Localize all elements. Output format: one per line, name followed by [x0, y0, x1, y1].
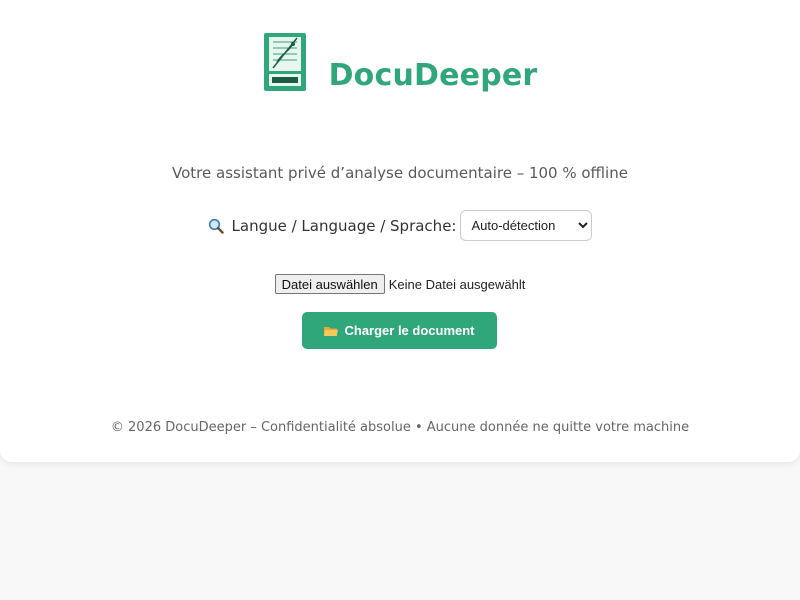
- upload-document-button[interactable]: Charger le document: [302, 312, 497, 349]
- language-row: Langue / Language / Sprache: Auto-détect…: [0, 210, 800, 241]
- footer-text: © 2026 DocuDeeper – Confidentialité abso…: [110, 420, 690, 435]
- logo-icon: [263, 33, 306, 91]
- magnifier-icon: [208, 218, 224, 234]
- app-header: DocuDeeper: [0, 32, 800, 102]
- folder-icon: [324, 326, 339, 336]
- file-status: Keine Datei ausgewählt: [388, 276, 526, 292]
- file-input-row: Datei auswählen Keine Datei ausgewählt: [0, 274, 800, 294]
- main-card: DocuDeeper Votre assistant privé d’analy…: [0, 0, 800, 462]
- app-title: DocuDeeper: [328, 58, 538, 93]
- language-label: Langue / Language / Sprache:: [231, 216, 457, 235]
- tagline: Votre assistant privé d’analyse document…: [172, 164, 628, 182]
- choose-file-button[interactable]: Datei auswählen: [274, 274, 385, 294]
- upload-button-label: Charger le document: [344, 323, 475, 338]
- language-select[interactable]: Auto-détection: [460, 210, 593, 241]
